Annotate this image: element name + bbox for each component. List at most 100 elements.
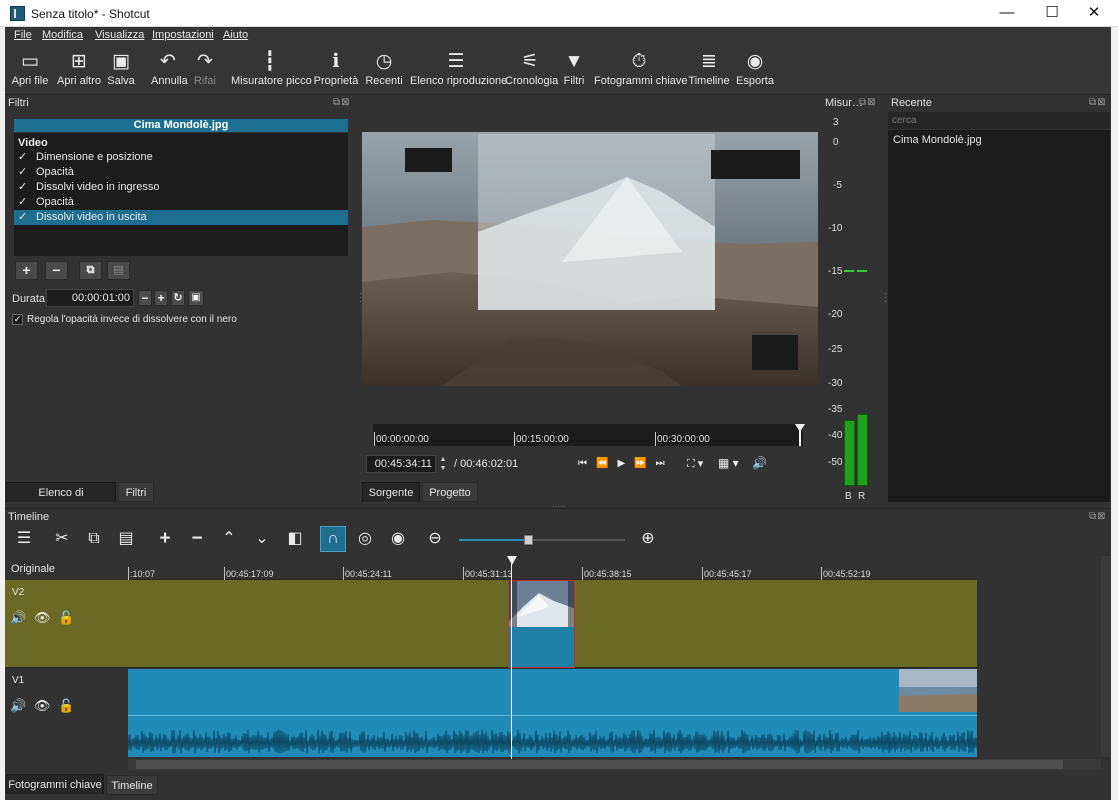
peak-meter-button[interactable]: ┇ Misuratore picco (231, 49, 312, 93)
hide-icon[interactable]: 👁 (34, 610, 51, 626)
menu-view[interactable]: Visualizza (95, 29, 144, 41)
menu-settings[interactable]: Impostazioni (152, 29, 214, 41)
splitter-handle-left[interactable]: · · · (359, 290, 362, 306)
timeline-dock-buttons[interactable]: ⧉⊠ (1089, 511, 1107, 522)
tab-keyframes[interactable]: Fotogrammi chiave (6, 774, 104, 794)
fast-forward-button[interactable]: ⏩ (634, 458, 655, 469)
filter-item[interactable]: ✓ Dimensione e posizione (14, 150, 348, 165)
duration-increase-button[interactable]: + (154, 290, 168, 306)
skip-previous-button[interactable]: ⏮ (578, 458, 596, 469)
skip-next-button[interactable]: ⏭ (656, 458, 674, 469)
checkmark-icon[interactable]: ✓ (18, 165, 36, 180)
timeline-icon: ≣ (701, 51, 717, 72)
recent-item[interactable]: Cima Mondolè.jpg (893, 134, 982, 146)
paste-button[interactable]: ▤ (114, 528, 138, 550)
close-button[interactable]: ✕ (1071, 0, 1117, 27)
duration-decrease-button[interactable]: − (138, 290, 152, 306)
add-filter-button[interactable]: + (15, 261, 38, 280)
filters-button[interactable]: ▼ Filtri (561, 49, 587, 93)
lock-icon[interactable]: 🔓 (58, 610, 74, 626)
recent-dock-buttons[interactable]: ⧉⊠ (1089, 97, 1107, 108)
tab-project[interactable]: Progetto (422, 482, 478, 502)
copy-button[interactable]: ⧉ (82, 528, 106, 550)
filter-section-video: Video (18, 137, 48, 149)
ripple-toggle[interactable]: ◉ (386, 528, 410, 550)
timeline-playhead-marker[interactable] (507, 556, 517, 565)
volume-button[interactable]: 🔊 (752, 456, 767, 470)
checkmark-icon[interactable]: ✓ (18, 150, 36, 165)
mute-icon[interactable]: 🔊 (10, 610, 26, 626)
current-time-field[interactable]: 00:45:34:11 (366, 455, 436, 473)
zoom-in-button[interactable]: ⊕ (636, 528, 660, 550)
copy-filters-button[interactable]: ⧉ (79, 261, 102, 280)
playlist-button[interactable]: ☰ Elenco riproduzione (410, 49, 507, 93)
remove-filter-button[interactable]: − (45, 261, 68, 280)
time-spinner[interactable]: ▲ ▼ (438, 455, 448, 473)
tab-playlist[interactable]: Elenco di riproduzione (6, 482, 116, 519)
checkmark-icon[interactable]: ✓ (18, 195, 36, 210)
cut-button[interactable]: ✂ (50, 528, 74, 550)
lock-icon[interactable]: 🔓 (58, 698, 74, 714)
recent-search-input[interactable] (888, 112, 1110, 129)
info-icon: ℹ (332, 51, 340, 72)
remove-button[interactable]: − (185, 528, 209, 550)
meter-scale-label: -25 (828, 344, 843, 355)
zoom-slider-thumb[interactable] (523, 535, 533, 545)
timeline-button[interactable]: ≣ Timeline (688, 49, 730, 93)
menu-edit[interactable]: Modifica (42, 29, 83, 41)
timeline-vertical-scrollbar[interactable] (1101, 556, 1111, 757)
duration-field[interactable]: 00:00:01:00 (46, 289, 134, 307)
filters-panel-dock-buttons[interactable]: ⧉⊠ (333, 97, 351, 108)
grid-menu-button[interactable]: ▦ ▾ (718, 456, 739, 470)
snap-toggle[interactable]: ∩ (320, 526, 346, 552)
hide-icon[interactable]: 👁 (34, 698, 51, 714)
meter-channel-right: R (858, 491, 866, 502)
zoom-menu-button[interactable]: ⛶ ▾ (687, 457, 703, 471)
tab-timeline[interactable]: Timeline (106, 775, 158, 795)
redo-button[interactable]: ↷ Rifai (191, 49, 219, 93)
overwrite-button[interactable]: ⌄ (250, 528, 274, 550)
minimize-button[interactable]: — (984, 0, 1030, 27)
meter-dock-buttons[interactable]: ⧉⊠ (859, 97, 877, 108)
menu-file[interactable]: File (14, 29, 32, 41)
timeline-menu-button[interactable]: ☰ (12, 528, 36, 550)
opacity-checkbox[interactable]: ✓ (12, 314, 23, 325)
duration-reset-button[interactable]: ↻ (171, 290, 185, 306)
properties-button[interactable]: ℹ Proprietà (313, 49, 359, 93)
transport-controls: ⏮⏪▶⏩⏭ (578, 458, 674, 469)
export-button[interactable]: ◉ Esporta (735, 49, 775, 93)
checkmark-icon[interactable]: ✓ (18, 180, 36, 195)
bottom-tab-bar (5, 774, 1111, 800)
filter-item[interactable]: ✓ Opacità (14, 195, 348, 210)
paste-filters-button[interactable]: ▤ (107, 261, 130, 280)
scrub-toggle[interactable]: ◎ (353, 528, 377, 550)
append-button[interactable]: + (153, 528, 177, 550)
tab-source[interactable]: Sorgente (362, 482, 420, 502)
play-button[interactable]: ▶ (617, 458, 634, 469)
zoom-out-button[interactable]: ⊖ (423, 528, 447, 550)
filter-item[interactable]: ✓ Opacità (14, 165, 348, 180)
scrollbar-thumb[interactable] (136, 760, 1063, 769)
rewind-button[interactable]: ⏪ (596, 458, 617, 469)
duration-save-button[interactable]: ▣ (188, 290, 204, 306)
mute-icon[interactable]: 🔊 (10, 698, 26, 714)
split-button[interactable]: ◧ (283, 528, 307, 550)
clip-cima-mondole[interactable] (508, 580, 575, 668)
lift-button[interactable]: ⌃ (217, 528, 241, 550)
undo-button[interactable]: ↶ Annulla (151, 49, 188, 93)
menu-help[interactable]: Aiuto (223, 29, 248, 41)
filter-item-selected[interactable]: ✓ Dissolvi video in uscita (14, 210, 348, 225)
checkmark-icon[interactable]: ✓ (18, 210, 36, 225)
recent-button[interactable]: ◷ Recenti (365, 49, 403, 93)
meter-scale-label: -5 (833, 180, 842, 191)
history-button[interactable]: ⚟ Cronologia (505, 49, 558, 93)
tab-filters[interactable]: Filtri (118, 482, 154, 502)
open-other-button[interactable]: ⊞ Apri altro (55, 49, 103, 93)
keyframes-button[interactable]: ⏱ Fotogrammi chiave (594, 49, 688, 93)
player-scrubber[interactable] (373, 424, 803, 446)
open-file-button[interactable]: ▭ Apri file (11, 49, 49, 93)
chevron-up-icon: ⌃ (222, 530, 236, 547)
save-button[interactable]: ▣ Salva (107, 49, 135, 93)
maximize-button[interactable]: ☐ (1029, 0, 1075, 27)
filter-item[interactable]: ✓ Dissolvi video in ingresso (14, 180, 348, 195)
